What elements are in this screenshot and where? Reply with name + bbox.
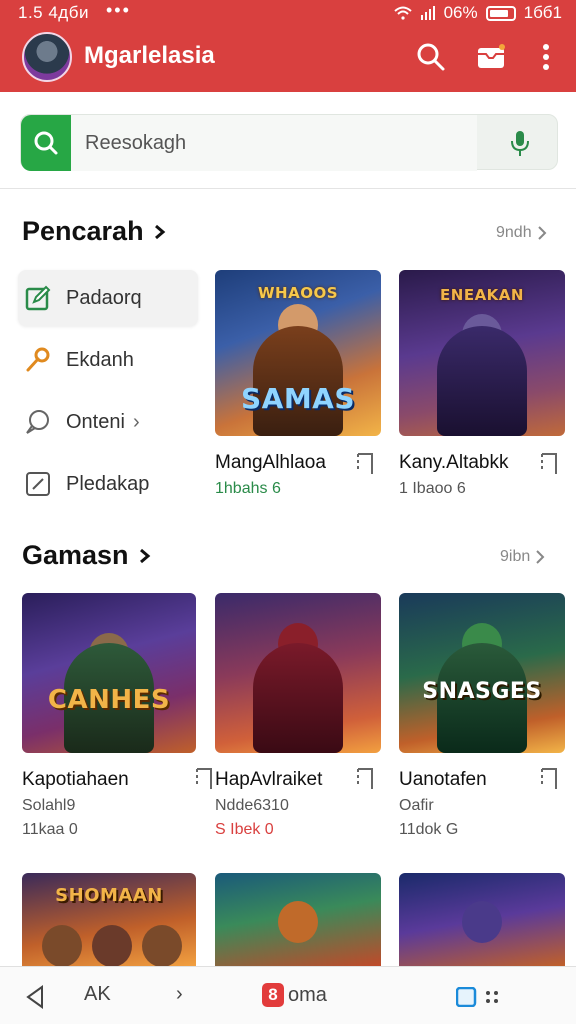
menu-item-onteni[interactable]: Onteni › — [18, 394, 198, 450]
game-meta: S Ibek 0 — [215, 821, 274, 838]
game-thumbnail[interactable]: SNASGES — [399, 593, 565, 753]
game-title: Kapotiahaen — [22, 769, 129, 790]
divider — [0, 188, 576, 189]
game-subtitle: Solahl9 — [22, 797, 76, 814]
menu-item-label: Pledakap — [66, 472, 150, 495]
menu-item-padaorq[interactable]: Padaorq — [18, 270, 198, 326]
avatar[interactable] — [22, 32, 72, 82]
chevron-right-icon — [139, 548, 150, 563]
bottom-nav-brand[interactable]: 8 oma — [262, 983, 327, 1007]
game-thumbnail[interactable] — [399, 873, 565, 966]
more-vert-icon[interactable] — [536, 42, 556, 72]
game-card[interactable]: CANHES Kapotiahaen Solahl9 11kaa 0 — [22, 593, 212, 839]
game-card[interactable] — [399, 873, 565, 966]
art-title: CANHES — [47, 685, 171, 715]
game-thumbnail[interactable]: CANHES — [22, 593, 196, 753]
status-right: 06% 1бб1 — [393, 3, 562, 23]
game-thumbnail[interactable] — [215, 593, 381, 753]
game-card[interactable]: HapAvlraiket Ndde6310 S Ibek 0 — [215, 593, 381, 839]
back-icon[interactable] — [24, 985, 46, 1009]
game-meta: 11dok G — [399, 821, 459, 838]
game-card[interactable] — [215, 873, 381, 966]
status-bar: 1.5 4дби ••• 06% 1бб1 — [0, 0, 576, 26]
brand-label: oma — [288, 983, 327, 1006]
chevron-right-icon — [536, 550, 545, 564]
chevron-right-icon: › — [132, 410, 140, 433]
art-title: SHOMAAN — [55, 885, 163, 906]
search-input[interactable] — [71, 115, 477, 171]
section-title-pencarah[interactable]: Pencarah — [22, 216, 166, 247]
game-subtitle: Oafir — [399, 797, 434, 814]
game-card[interactable]: WHAOOS SAMAS MangAlhlaoa 1hbahs 6 — [215, 270, 381, 498]
art-title: SNASGES — [422, 679, 542, 704]
menu-item-pledakap[interactable]: Pledakap — [18, 456, 198, 512]
see-more-link[interactable]: 9ndh — [496, 224, 547, 242]
game-meta: 1 Ibaoo 6 — [399, 480, 466, 497]
see-more-label: 9ibn — [500, 548, 531, 565]
game-subtitle: Ndde6310 — [215, 797, 289, 814]
menu-item-label: Ekdanh — [66, 348, 134, 371]
bookmark-icon[interactable] — [539, 767, 559, 791]
art-title: ENEAKAN — [440, 286, 524, 304]
key-icon — [26, 347, 50, 372]
inbox-icon[interactable] — [476, 42, 506, 72]
battery-icon — [485, 5, 516, 21]
chevron-right-icon — [154, 224, 165, 239]
battery-percent: 06% — [443, 3, 478, 22]
menu-item-label: Padaorq — [66, 286, 142, 309]
app-title: Mgarlelasia — [84, 42, 215, 69]
section-title-label: Gamasn — [22, 540, 129, 570]
signal-icon — [420, 6, 435, 20]
section-title-label: Pencarah — [22, 216, 144, 246]
art-subtitle: SAMAS — [240, 382, 356, 415]
see-more-label: 9ndh — [496, 224, 532, 241]
menu-item-label: Onteni — [66, 410, 125, 433]
art-title: WHAOOS — [257, 284, 339, 302]
bottom-nav-bar: AK › 8 oma — [0, 966, 576, 1024]
app-bar: Mgarlelasia — [0, 28, 576, 90]
game-card[interactable]: SHOMAAN — [22, 873, 196, 966]
bookmark-icon[interactable] — [539, 452, 559, 476]
bookmark-icon[interactable] — [355, 767, 375, 791]
game-card[interactable]: ENEAKAN Kany.Altabkk 1 Ibaoo 6 — [399, 270, 565, 498]
status-dots: ••• — [106, 0, 131, 20]
chevron-right-icon[interactable]: › — [176, 983, 183, 1006]
section-title-gamasn[interactable]: Gamasn — [22, 540, 151, 571]
see-more-link[interactable]: 9ibn — [500, 548, 545, 566]
game-thumbnail[interactable]: WHAOOS SAMAS — [215, 270, 381, 436]
edit-icon — [25, 285, 51, 311]
search-button[interactable] — [21, 115, 71, 171]
wifi-icon — [393, 6, 412, 20]
game-meta: 11kaa 0 — [22, 821, 78, 838]
status-time: 1.5 4дби — [18, 3, 89, 22]
chevron-right-icon — [537, 226, 547, 240]
game-thumbnail[interactable]: SHOMAAN — [22, 873, 196, 966]
chat-icon — [26, 410, 49, 434]
search-icon — [34, 131, 58, 155]
status-clock-right: 1бб1 — [523, 3, 562, 22]
top-app-bar: 1.5 4дби ••• 06% 1бб1 Mgarlelasia — [0, 0, 576, 92]
bookmark-icon[interactable] — [355, 452, 375, 476]
bottom-nav-label[interactable]: AK — [84, 983, 111, 1006]
game-card[interactable]: SNASGES Uanotafen Oafir 11dok G — [399, 593, 565, 839]
square-edit-icon — [26, 472, 50, 496]
menu-item-ekdanh[interactable]: Ekdanh — [18, 332, 198, 388]
search-icon[interactable] — [416, 42, 446, 72]
recent-apps-icon[interactable] — [456, 987, 500, 1007]
search-bar — [20, 114, 558, 171]
brand-logo-icon: 8 — [262, 983, 284, 1007]
game-thumbnail[interactable] — [215, 873, 381, 966]
game-meta: 1hbahs 6 — [215, 480, 281, 497]
game-thumbnail[interactable]: ENEAKAN — [399, 270, 565, 436]
bookmark-icon[interactable] — [194, 767, 214, 791]
mic-icon[interactable] — [507, 129, 533, 157]
